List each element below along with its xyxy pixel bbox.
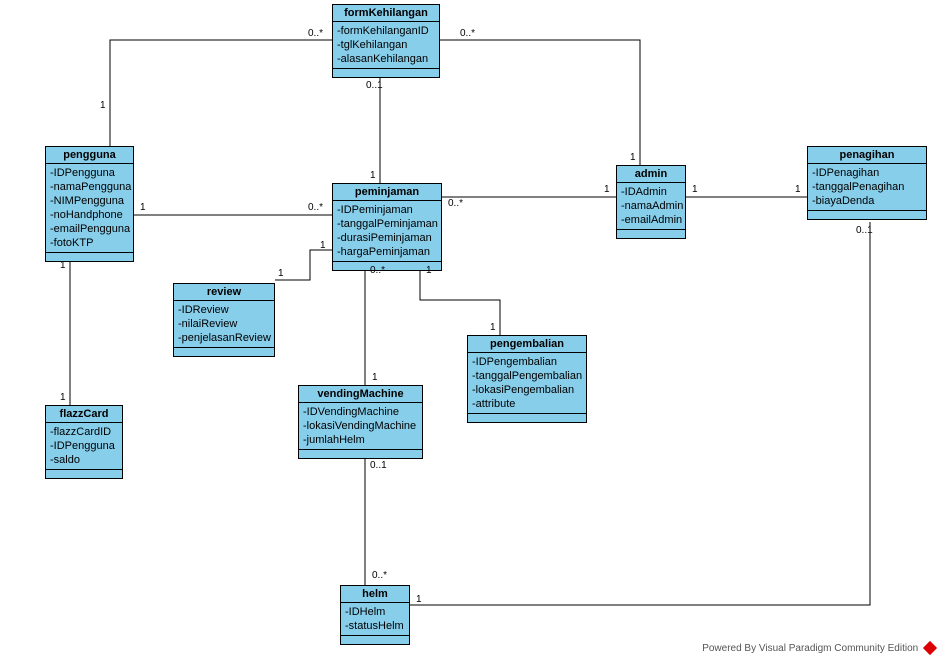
mult-label: 0..* bbox=[460, 28, 475, 39]
class-ops bbox=[341, 636, 409, 644]
mult-label: 0..1 bbox=[366, 80, 383, 91]
class-attrs: -flazzCardID -IDPengguna -saldo bbox=[46, 423, 122, 470]
mult-label: 0..* bbox=[372, 570, 387, 581]
class-title: formKehilangan bbox=[333, 5, 439, 22]
class-attrs: -IDAdmin -namaAdmin -emailAdmin bbox=[617, 183, 685, 230]
mult-label: 1 bbox=[604, 184, 610, 195]
mult-label: 1 bbox=[426, 265, 432, 276]
mult-label: 1 bbox=[630, 152, 636, 163]
mult-label: 1 bbox=[370, 170, 376, 181]
class-ops bbox=[333, 69, 439, 77]
vp-logo-icon bbox=[923, 641, 937, 655]
class-title: admin bbox=[617, 166, 685, 183]
class-ops bbox=[468, 414, 586, 422]
class-pengembalian[interactable]: pengembalian -IDPengembalian -tanggalPen… bbox=[467, 335, 587, 423]
class-attrs: -formKehilanganID -tglKehilangan -alasan… bbox=[333, 22, 439, 69]
class-pengguna[interactable]: pengguna -IDPengguna -namaPengguna -NIMP… bbox=[45, 146, 134, 262]
mult-label: 0..* bbox=[370, 265, 385, 276]
watermark-text: Powered By Visual Paradigm Community Edi… bbox=[702, 643, 918, 654]
class-attrs: -IDVendingMachine -lokasiVendingMachine … bbox=[299, 403, 422, 450]
class-title: pengembalian bbox=[468, 336, 586, 353]
class-vendingMachine[interactable]: vendingMachine -IDVendingMachine -lokasi… bbox=[298, 385, 423, 459]
class-penagihan[interactable]: penagihan -IDPenagihan -tanggalPenagihan… bbox=[807, 146, 927, 220]
class-review[interactable]: review -IDReview -nilaiReview -penjelasa… bbox=[173, 283, 275, 357]
class-ops bbox=[617, 230, 685, 238]
class-ops bbox=[299, 450, 422, 458]
mult-label: 1 bbox=[795, 184, 801, 195]
mult-label: 1 bbox=[278, 268, 284, 279]
class-formKehilangan[interactable]: formKehilangan -formKehilanganID -tglKeh… bbox=[332, 4, 440, 78]
class-attrs: -IDHelm -statusHelm bbox=[341, 603, 409, 636]
mult-label: 1 bbox=[60, 260, 66, 271]
class-attrs: -IDPeminjaman -tanggalPeminjaman -durasi… bbox=[333, 201, 441, 262]
class-title: pengguna bbox=[46, 147, 133, 164]
class-helm[interactable]: helm -IDHelm -statusHelm bbox=[340, 585, 410, 645]
association-lines bbox=[0, 0, 941, 658]
mult-label: 1 bbox=[140, 202, 146, 213]
mult-label: 1 bbox=[416, 594, 422, 605]
mult-label: 1 bbox=[490, 322, 496, 333]
mult-label: 0..* bbox=[308, 28, 323, 39]
mult-label: 0..1 bbox=[370, 460, 387, 471]
mult-label: 0..* bbox=[448, 198, 463, 209]
class-attrs: -IDReview -nilaiReview -penjelasanReview bbox=[174, 301, 274, 348]
class-ops bbox=[174, 348, 274, 356]
mult-label: 0..1 bbox=[856, 225, 873, 236]
class-peminjaman[interactable]: peminjaman -IDPeminjaman -tanggalPeminja… bbox=[332, 183, 442, 271]
diagram-canvas: pengguna -IDPengguna -namaPengguna -NIMP… bbox=[0, 0, 941, 658]
class-attrs: -IDPenagihan -tanggalPenagihan -biayaDen… bbox=[808, 164, 926, 211]
class-admin[interactable]: admin -IDAdmin -namaAdmin -emailAdmin bbox=[616, 165, 686, 239]
mult-label: 1 bbox=[372, 372, 378, 383]
class-flazzCard[interactable]: flazzCard -flazzCardID -IDPengguna -sald… bbox=[45, 405, 123, 479]
watermark: Powered By Visual Paradigm Community Edi… bbox=[702, 643, 935, 654]
class-title: penagihan bbox=[808, 147, 926, 164]
class-ops bbox=[333, 262, 441, 270]
mult-label: 1 bbox=[60, 392, 66, 403]
mult-label: 0..* bbox=[308, 202, 323, 213]
mult-label: 1 bbox=[692, 184, 698, 195]
class-ops bbox=[46, 470, 122, 478]
class-attrs: -IDPengguna -namaPengguna -NIMPengguna -… bbox=[46, 164, 133, 253]
mult-label: 1 bbox=[320, 240, 326, 251]
class-ops bbox=[808, 211, 926, 219]
class-title: review bbox=[174, 284, 274, 301]
class-attrs: -IDPengembalian -tanggalPengembalian -lo… bbox=[468, 353, 586, 414]
class-title: peminjaman bbox=[333, 184, 441, 201]
mult-label: 1 bbox=[100, 100, 106, 111]
class-title: helm bbox=[341, 586, 409, 603]
class-title: flazzCard bbox=[46, 406, 122, 423]
class-title: vendingMachine bbox=[299, 386, 422, 403]
